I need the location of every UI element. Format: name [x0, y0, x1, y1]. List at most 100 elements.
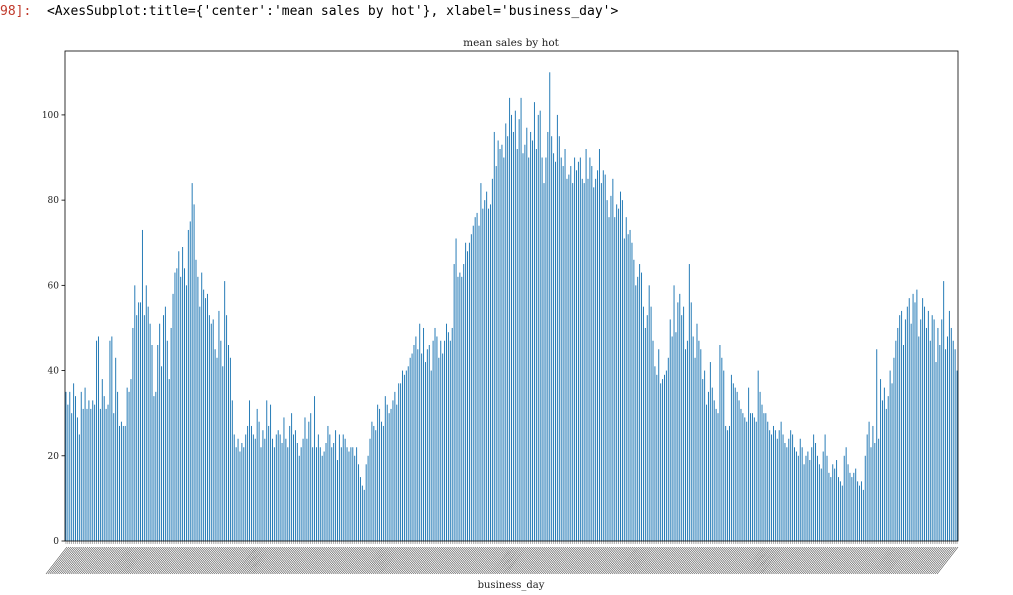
x-axis-label: business_day [478, 580, 545, 591]
bar [694, 357, 696, 541]
bar [530, 131, 532, 541]
bar [933, 319, 935, 541]
y-tick-label: 0 [53, 537, 59, 547]
bar [338, 434, 340, 541]
bar [906, 306, 908, 541]
bar [205, 298, 207, 541]
bar [180, 276, 182, 541]
bar [719, 345, 721, 541]
bar [816, 455, 818, 541]
bar [598, 149, 600, 541]
bar [872, 425, 874, 541]
bar [97, 336, 99, 541]
bar [528, 157, 530, 541]
bar [361, 485, 363, 541]
bar [939, 345, 941, 541]
bar [245, 434, 247, 541]
bar [652, 340, 654, 541]
y-tick-label: 80 [48, 196, 60, 206]
bar [883, 387, 885, 541]
bar [686, 340, 688, 541]
bar [891, 383, 893, 541]
bar [715, 408, 717, 541]
bar [931, 315, 933, 541]
bar [390, 408, 392, 541]
bar [782, 434, 784, 541]
bar [132, 327, 134, 541]
bar [424, 362, 426, 541]
bar [235, 447, 237, 541]
bar [620, 191, 621, 542]
bar [499, 149, 501, 541]
bar [457, 276, 459, 541]
bar [664, 374, 665, 541]
bar [199, 306, 201, 541]
bar [252, 434, 254, 541]
bar [771, 434, 773, 541]
bar [428, 345, 430, 541]
bar [618, 208, 620, 541]
bar [438, 357, 440, 541]
bar [367, 455, 369, 541]
bar [287, 447, 289, 541]
bar [784, 443, 786, 541]
bar [589, 157, 591, 541]
bar [757, 370, 759, 541]
bar [231, 400, 233, 541]
bar [916, 289, 918, 541]
bar [824, 434, 826, 541]
bar [293, 434, 294, 541]
bar [526, 127, 528, 541]
bar [247, 425, 249, 541]
bar [511, 114, 512, 541]
bar [954, 349, 956, 541]
bar [656, 374, 658, 541]
bar [400, 383, 402, 541]
bar [308, 421, 310, 541]
bar [229, 357, 231, 541]
bar [342, 434, 344, 541]
bar [904, 319, 906, 541]
bar [403, 374, 405, 541]
bar [94, 404, 96, 541]
bar [449, 340, 451, 541]
bar [174, 272, 176, 541]
bar [491, 178, 493, 541]
bar [130, 379, 132, 541]
bar [717, 413, 719, 541]
bar [908, 298, 910, 541]
bar [155, 391, 157, 541]
bar [742, 413, 744, 541]
bar [935, 362, 937, 541]
y-tick-label: 20 [48, 452, 60, 462]
bar [794, 447, 795, 541]
bar [545, 157, 547, 541]
bar [820, 468, 822, 541]
bar [484, 200, 486, 541]
bar [84, 387, 86, 541]
bar [570, 166, 572, 542]
bar [650, 306, 652, 541]
bar [673, 285, 675, 541]
bar [562, 166, 564, 542]
bar [99, 408, 101, 541]
bar [314, 396, 316, 541]
bar [394, 391, 396, 541]
bar [119, 425, 120, 541]
y-tick-label: 60 [48, 281, 60, 291]
bar [880, 379, 882, 541]
bar [216, 357, 218, 541]
bar [442, 353, 444, 541]
bar [648, 285, 650, 541]
bar [67, 404, 69, 541]
bar [503, 157, 505, 541]
bar [302, 438, 304, 541]
bar [746, 421, 748, 541]
bar [633, 259, 635, 541]
bar [283, 417, 285, 541]
bar [113, 413, 115, 541]
bar [885, 408, 887, 541]
bar [201, 272, 203, 541]
bar [870, 447, 872, 541]
bar [533, 102, 535, 541]
